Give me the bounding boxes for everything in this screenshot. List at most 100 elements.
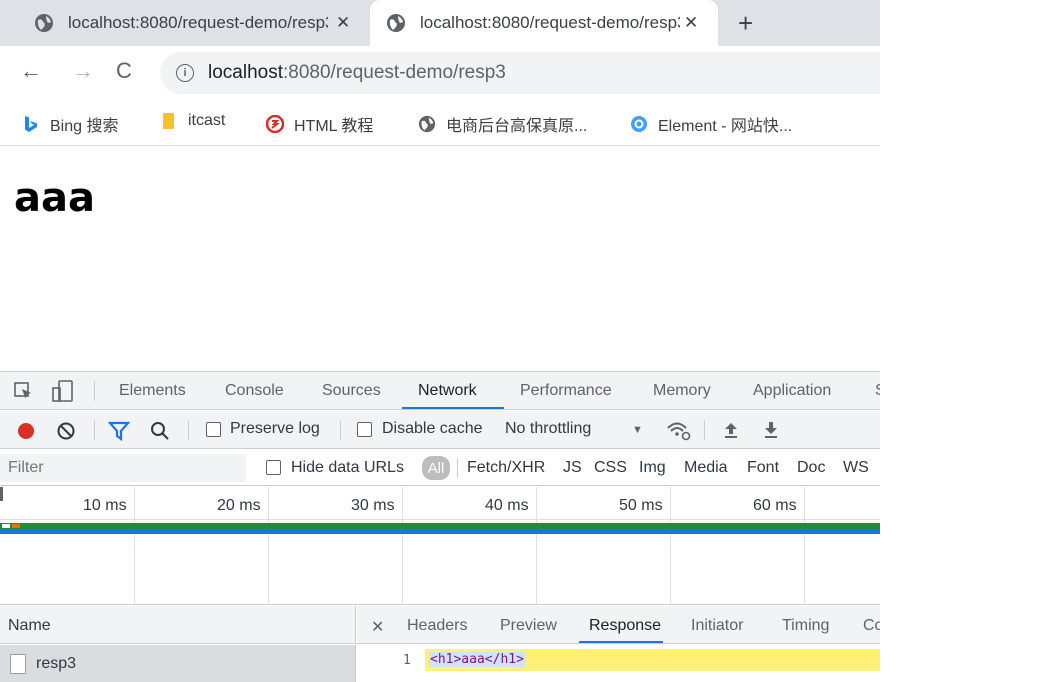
tab-application[interactable]: Application [753, 382, 831, 400]
browser-tab-2-active[interactable]: localhost:8080/request-demo/resp3 ✕ [370, 0, 718, 46]
bookmark-shop-admin[interactable]: 电商后台高保真原... [418, 112, 587, 136]
timeline-start-marker [0, 487, 3, 501]
divider [94, 381, 95, 401]
divider [340, 420, 341, 440]
tab-elements[interactable]: Elements [119, 382, 186, 400]
devtools-panel: Elements Console Sources Network Perform… [0, 371, 880, 682]
type-filter-all[interactable]: All [422, 456, 450, 480]
type-filter-img[interactable]: Img [639, 459, 666, 477]
request-row[interactable]: resp3 [0, 645, 356, 682]
timeline-tick-label: 60 ms [753, 497, 797, 514]
timeline-gridline [134, 487, 135, 605]
type-filter-doc[interactable]: Doc [797, 459, 825, 477]
timeline-marker [12, 524, 20, 528]
bookmark-label: Element - 网站快... [658, 118, 793, 135]
import-har-icon[interactable] [722, 420, 740, 440]
close-tab-icon[interactable]: ✕ [684, 13, 698, 33]
close-tab-icon[interactable]: ✕ [336, 13, 350, 33]
type-filter-css[interactable]: CSS [594, 459, 627, 477]
export-har-icon[interactable] [762, 420, 780, 440]
filter-icon[interactable] [108, 421, 130, 441]
new-tab-button[interactable]: + [738, 8, 753, 39]
tab-timing[interactable]: Timing [782, 617, 829, 635]
reload-button[interactable]: C [116, 58, 132, 84]
hide-data-urls-checkbox[interactable] [266, 460, 281, 475]
filter-bar: Hide data URLs All Fetch/XHR JS CSS Img … [0, 450, 880, 486]
response-viewer[interactable]: 1 <h1>aaa</h1> [357, 645, 880, 682]
tab-network[interactable]: Network [418, 382, 477, 400]
type-filter-media[interactable]: Media [684, 459, 728, 477]
timeline-waterfall-bar-blue [0, 529, 880, 534]
globe-icon [387, 14, 405, 32]
timeline-tick-label: 50 ms [619, 497, 663, 514]
tab-memory[interactable]: Memory [653, 382, 711, 400]
search-icon[interactable] [150, 421, 170, 441]
type-filter-font[interactable]: Font [747, 459, 779, 477]
tab-title: localhost:8080/request-demo/resp3 [420, 13, 680, 32]
close-detail-icon[interactable]: ✕ [371, 617, 384, 637]
page-heading: aaa [14, 175, 95, 221]
disable-cache-checkbox[interactable] [357, 422, 372, 437]
timeline-gridline [670, 487, 671, 605]
line-number: 1 [403, 653, 411, 668]
chevron-down-icon[interactable]: ▼ [632, 424, 643, 436]
code-line-highlight: <h1>aaa</h1> [425, 649, 880, 671]
tab-preview[interactable]: Preview [500, 617, 557, 635]
tab-initiator[interactable]: Initiator [691, 617, 743, 635]
back-button[interactable]: ← [20, 58, 42, 84]
divider [94, 420, 95, 440]
forward-button[interactable]: → [72, 58, 94, 84]
timeline-tick-label: 20 ms [217, 497, 261, 514]
request-name: resp3 [36, 655, 77, 672]
browser-tab-1[interactable]: localhost:8080/request-demo/resp3 ✕ [34, 0, 364, 46]
type-filter-js[interactable]: JS [563, 459, 582, 477]
bookmark-bing[interactable]: Bing 搜索 [22, 112, 118, 136]
filter-input[interactable] [0, 454, 246, 482]
site-info-icon[interactable]: i [176, 64, 194, 82]
disable-cache-label: Disable cache [382, 420, 483, 437]
page-viewport: aaa [0, 147, 880, 371]
timeline-gridline [536, 487, 537, 605]
tab-cookies[interactable]: Co [863, 617, 880, 635]
bookmarks-bar: Bing 搜索 itcast HTML 教程 电商后台高保真原... Eleme… [0, 102, 880, 146]
hide-data-urls-label: Hide data URLs [291, 459, 404, 476]
url-text: localhost:8080/request-demo/resp3 [208, 62, 506, 84]
tab-performance[interactable]: Performance [520, 382, 612, 400]
bookmark-itcast[interactable]: itcast [160, 112, 225, 130]
bookmark-label: 电商后台高保真原... [446, 118, 588, 135]
bookmark-label: Bing 搜索 [50, 118, 119, 135]
bing-icon [25, 116, 37, 132]
tab-console[interactable]: Console [225, 382, 284, 400]
name-column-header[interactable]: Name [0, 606, 356, 644]
bookmark-html-tutorial[interactable]: HTML 教程 [266, 112, 373, 136]
tab-sources[interactable]: Sources [322, 382, 381, 400]
network-conditions-icon[interactable] [666, 420, 692, 442]
network-toolbar: Preserve log Disable cache No throttling… [0, 411, 880, 449]
timeline-gridline [804, 487, 805, 605]
device-toolbar-icon[interactable] [52, 380, 74, 402]
tab-response[interactable]: Response [589, 617, 661, 635]
bookmark-label: HTML 教程 [294, 118, 374, 135]
preserve-log-checkbox[interactable] [206, 422, 221, 437]
clear-icon[interactable] [56, 421, 76, 441]
divider [457, 458, 458, 478]
timeline-gridline [268, 487, 269, 605]
throttling-select[interactable]: No throttling [505, 420, 591, 438]
bookmark-label: itcast [188, 112, 226, 129]
timeline-marker [2, 524, 10, 528]
record-icon[interactable] [16, 421, 36, 441]
address-bar[interactable]: i localhost:8080/request-demo/resp3 [160, 52, 880, 94]
globe-icon [418, 115, 436, 133]
network-overview-timeline[interactable]: 10 ms 20 ms 30 ms 40 ms 50 ms 60 ms [0, 487, 880, 605]
folder-icon [163, 113, 174, 129]
runoob-icon [266, 115, 284, 133]
tab-title: localhost:8080/request-demo/resp3 [68, 13, 328, 32]
tab-security[interactable]: S [875, 382, 880, 400]
type-filter-ws[interactable]: WS [843, 459, 869, 477]
response-code: <h1>aaa</h1> [429, 652, 525, 667]
type-filter-fetch-xhr[interactable]: Fetch/XHR [467, 459, 545, 477]
devtools-tab-bar: Elements Console Sources Network Perform… [0, 372, 880, 410]
inspect-element-icon[interactable] [14, 382, 34, 400]
bookmark-element[interactable]: Element - 网站快... [630, 112, 792, 136]
tab-headers[interactable]: Headers [407, 617, 467, 635]
